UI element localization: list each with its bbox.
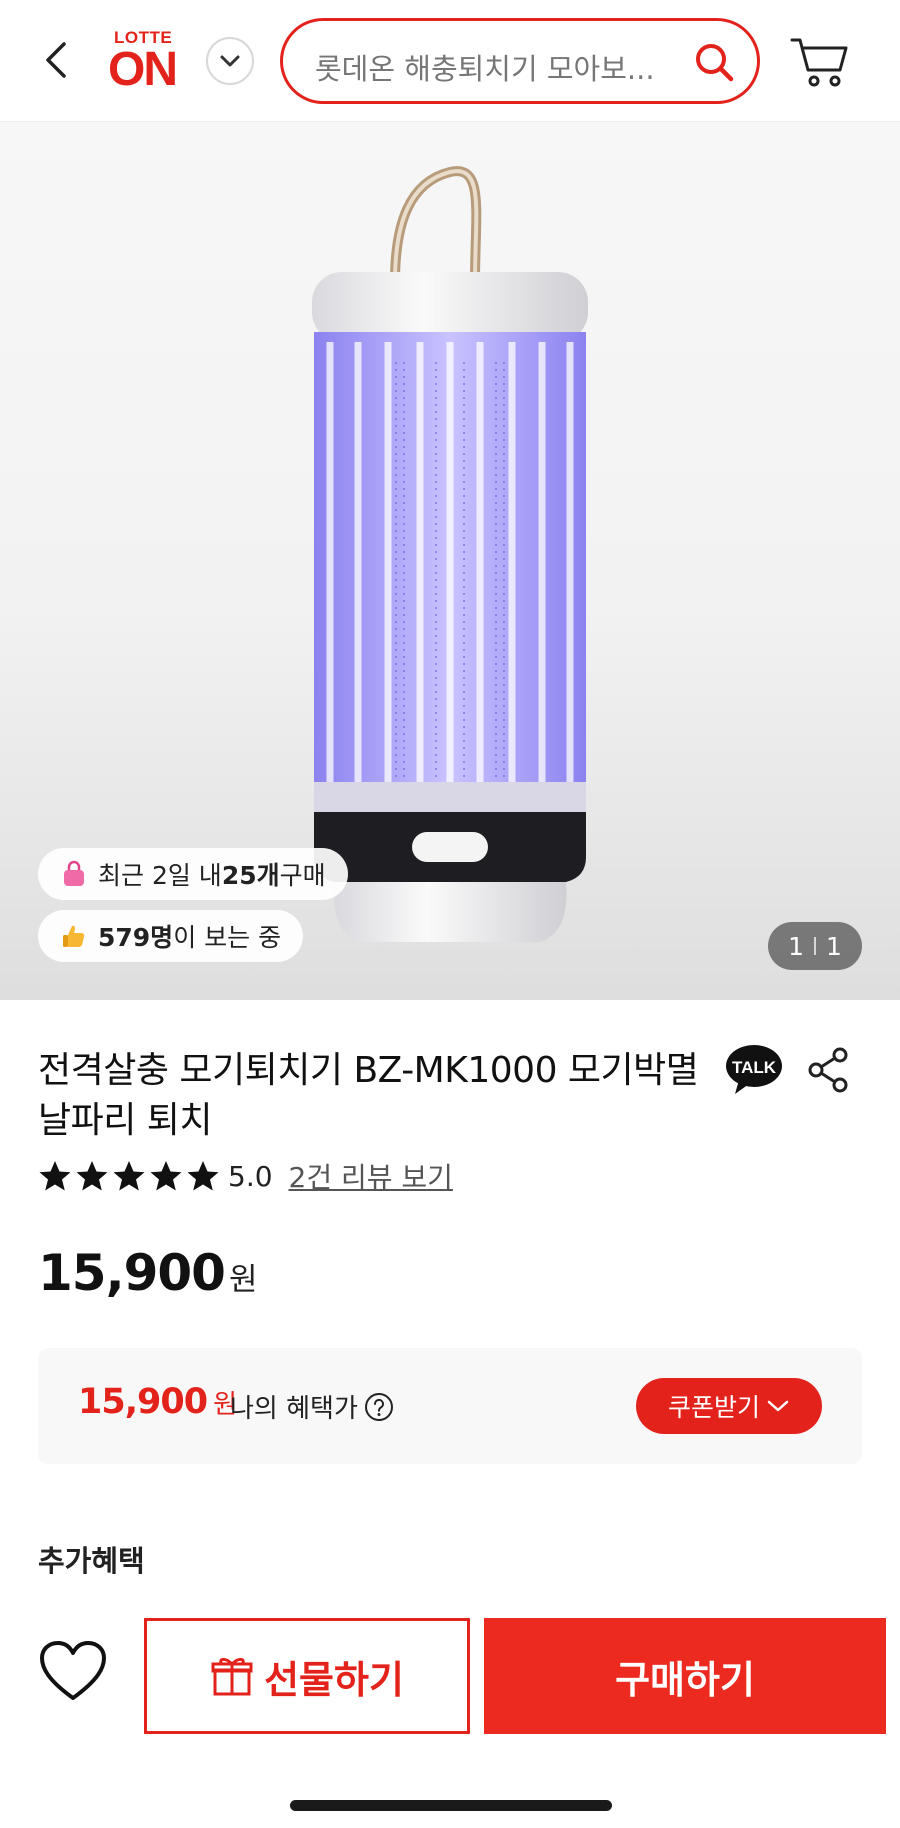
benefit-label-wrap: 나의 혜택가 [230,1388,394,1425]
search-input[interactable]: 롯데온 해충퇴치기 모아보... [315,46,655,88]
bottom-action-bar: 선물하기 구매하기 [0,1604,900,1828]
product-price: 15,900 원 [38,1244,257,1302]
heart-icon [40,1641,106,1700]
home-indicator [290,1800,612,1811]
price-value: 15,900 [38,1244,226,1302]
recent-purchase-count: 25개 [221,861,280,890]
gift-button[interactable]: 선물하기 [144,1618,470,1734]
review-link[interactable]: 2건 리뷰 보기 [289,1156,453,1196]
star-icon [113,1161,145,1191]
help-icon[interactable] [364,1392,394,1422]
product-image-carousel[interactable]: 최근 2일 내 25개 구매 579명 이 보는 중 1 1 [0,122,900,1000]
benefit-price-value: 15,900 [78,1382,208,1422]
viewers-suffix: 이 보는 중 [173,923,282,952]
benefit-price: 15,900 원 [78,1382,237,1422]
lotte-on-logo[interactable]: LOTTE ON [108,26,186,96]
product-image [312,166,588,942]
chevron-down-icon [220,55,240,67]
image-counter-current: 1 [788,931,804,961]
share-button[interactable] [806,1046,850,1094]
product-rating: 5.0 2건 리뷰 보기 [38,1156,453,1196]
rating-stars [38,1159,220,1193]
image-counter-total: 1 [826,931,842,961]
talk-label: TALK [732,1058,777,1077]
star-icon [187,1161,219,1191]
talk-button[interactable]: TALK [725,1044,783,1096]
gift-button-label: 선물하기 [264,1657,404,1702]
product-title: 전격살충 모기퇴치기 BZ-MK1000 모기박멸 날파리 퇴치 [38,1050,699,1141]
star-icon [76,1161,108,1191]
viewers-count: 579명 [98,923,174,952]
thumbs-up-icon [63,925,85,947]
rating-score: 5.0 [228,1159,273,1193]
recent-purchase-suffix: 구매 [279,861,326,890]
cart-icon [790,38,848,87]
logo-on-text: ON [108,43,178,96]
search-bar[interactable]: 롯데온 해충퇴치기 모아보... [280,18,760,104]
cart-button[interactable] [790,34,850,90]
coupon-button-label: 쿠폰받기 [667,1393,760,1422]
chevron-left-icon [46,42,66,78]
gift-icon [211,1657,253,1696]
wishlist-button[interactable] [38,1640,108,1704]
shopping-bag-icon [64,860,84,886]
star-icon [39,1161,71,1191]
buy-button[interactable]: 구매하기 [484,1618,886,1734]
talk-chat-icon: TALK [726,1045,782,1094]
benefit-price-box: 15,900 원 나의 혜택가 쿠폰받기 [38,1348,862,1464]
recent-purchase-badge: 최근 2일 내 25개 구매 [38,848,348,900]
share-icon [808,1047,848,1093]
back-button[interactable] [38,38,78,82]
top-header: LOTTE ON 롯데온 해충퇴치기 모아보... [0,0,900,122]
menu-dropdown-button[interactable] [206,37,254,85]
image-counter: 1 1 [768,922,862,970]
search-icon[interactable] [693,41,735,83]
recent-purchase-prefix: 최근 2일 내 [98,861,222,890]
extra-benefits-title: 추가혜택 [38,1544,145,1578]
chevron-down-icon [767,1400,789,1412]
buy-button-label: 구매하기 [615,1657,755,1702]
coupon-button[interactable]: 쿠폰받기 [636,1378,822,1434]
benefit-label: 나의 혜택가 [230,1394,358,1424]
price-unit: 원 [228,1262,258,1298]
viewers-badge: 579명 이 보는 중 [38,910,304,962]
star-icon [150,1161,182,1191]
image-counter-divider [814,937,816,955]
